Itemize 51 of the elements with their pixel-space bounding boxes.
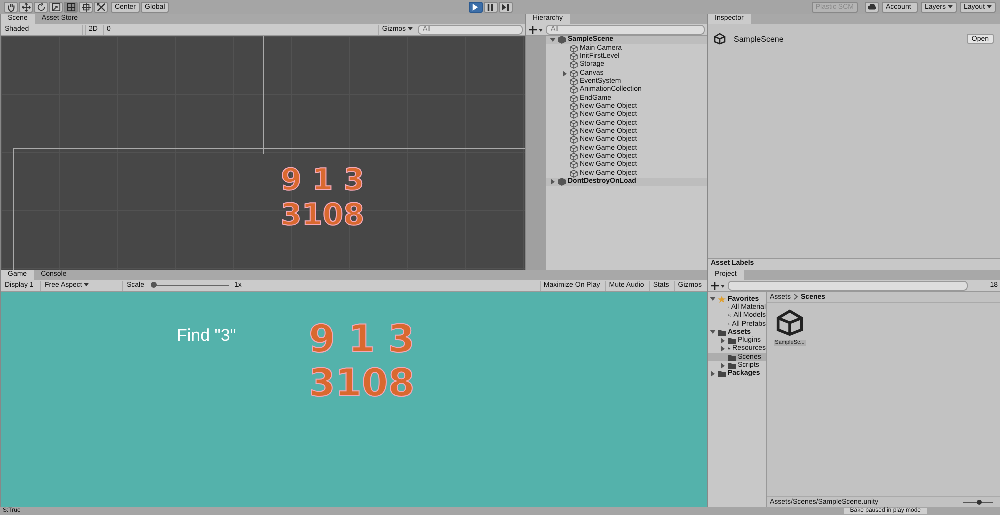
caret-icon bbox=[408, 26, 413, 31]
add-icon[interactable] bbox=[528, 26, 544, 34]
transform-tool-button[interactable] bbox=[79, 2, 93, 12]
unity-logo-icon bbox=[776, 309, 804, 337]
scale-tool-button[interactable] bbox=[49, 2, 63, 12]
rect-icon bbox=[66, 2, 76, 12]
asset-name: SampleScene bbox=[734, 34, 784, 44]
pause-button[interactable] bbox=[484, 2, 498, 12]
expand-arrow-icon[interactable] bbox=[710, 329, 716, 336]
expand-arrow-icon[interactable] bbox=[562, 70, 568, 77]
expand-arrow-icon[interactable] bbox=[720, 362, 726, 369]
chevron-icon bbox=[794, 294, 798, 300]
scale-icon bbox=[52, 2, 60, 12]
number-sprite: 9 1 3 bbox=[309, 318, 415, 362]
number-sprite: 3108 bbox=[281, 198, 364, 233]
unity-logo-icon bbox=[714, 33, 726, 45]
star-icon bbox=[718, 296, 726, 303]
hand-icon bbox=[6, 2, 16, 12]
zoom-slider-thumb[interactable] bbox=[977, 500, 982, 504]
rotate-tool-button[interactable] bbox=[34, 2, 48, 12]
scale-slider-thumb[interactable] bbox=[150, 282, 157, 288]
custom-icon bbox=[96, 2, 106, 12]
rotate-icon bbox=[36, 2, 46, 12]
expand-arrow-icon[interactable] bbox=[720, 346, 726, 352]
rect-tool-button[interactable] bbox=[64, 2, 78, 12]
play-icon bbox=[472, 4, 480, 10]
number-sprite: 9 1 3 bbox=[281, 164, 365, 198]
caret-icon bbox=[84, 283, 90, 288]
cloud-icon[interactable] bbox=[865, 2, 879, 12]
expand-arrow-icon[interactable] bbox=[710, 296, 716, 302]
number-sprite: 3108 bbox=[309, 362, 415, 406]
scene-icon bbox=[558, 178, 566, 186]
play-button[interactable] bbox=[468, 2, 483, 12]
add-icon[interactable] bbox=[710, 282, 726, 290]
caret-icon bbox=[948, 4, 953, 9]
custom-tool-button[interactable] bbox=[94, 2, 108, 12]
hand-tool-button[interactable] bbox=[4, 2, 18, 12]
prompt-text: Find "3" bbox=[177, 326, 236, 346]
move-icon bbox=[22, 2, 30, 12]
expand-arrow-icon[interactable] bbox=[710, 370, 716, 377]
caret-icon bbox=[986, 4, 992, 9]
expand-arrow-icon[interactable] bbox=[550, 37, 556, 44]
pause-icon bbox=[487, 4, 494, 10]
step-button[interactable] bbox=[498, 2, 513, 12]
step-icon bbox=[502, 4, 510, 10]
expand-arrow-icon[interactable] bbox=[550, 179, 556, 186]
search-field[interactable] bbox=[728, 280, 968, 290]
transform-icon bbox=[82, 2, 90, 12]
expand-arrow-icon[interactable] bbox=[720, 338, 726, 344]
scene-icon bbox=[558, 36, 566, 44]
move-tool-button[interactable] bbox=[19, 2, 33, 12]
